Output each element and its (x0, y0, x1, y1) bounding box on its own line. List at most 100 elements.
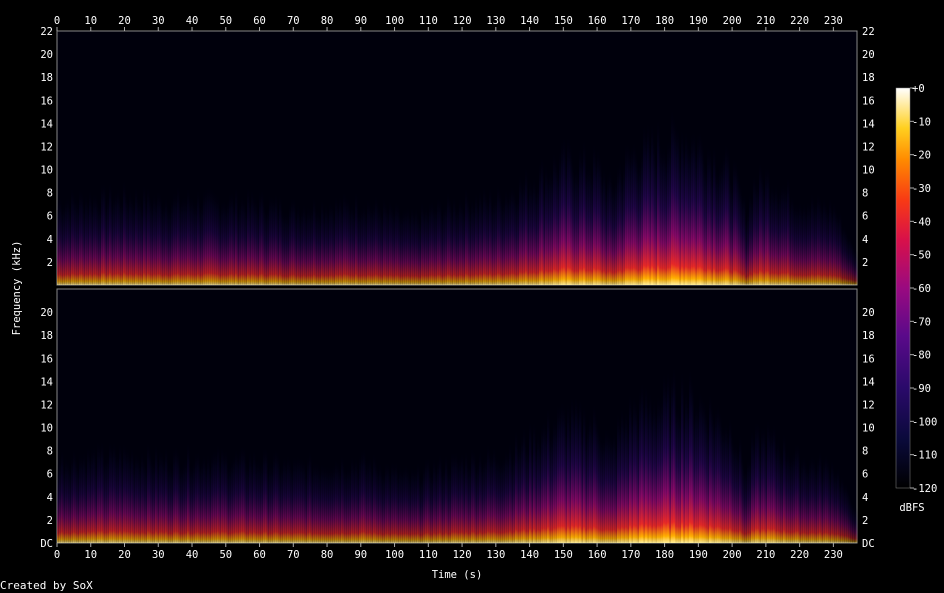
x-tick-label-bottom: 220 (790, 549, 809, 561)
colorbar-tick-label: -60 (912, 283, 931, 295)
x-tick-label-bottom: 30 (152, 549, 165, 561)
x-tick-label-bottom: 150 (554, 549, 573, 561)
x-tick-label-top: 20 (118, 15, 131, 27)
x-tick-label-bottom: 230 (824, 549, 843, 561)
y-tick-label-left: 20 (40, 307, 53, 319)
x-tick-label-top: 220 (790, 15, 809, 27)
y-tick-label-left: 8 (47, 446, 53, 458)
y-tick-label-left: 22 (40, 26, 53, 38)
y-tick-label-left: 2 (47, 257, 53, 269)
x-tick-label-bottom: 140 (520, 549, 539, 561)
x-tick-label-top: 110 (419, 15, 438, 27)
y-tick-label-left: 16 (40, 353, 53, 365)
colorbar-ticks: +0 -10 -20 -30 -40 -50 -60 -70 -80 -90 -100 -110 -12… (910, 83, 937, 495)
y-tick-label-right: 6 (862, 211, 868, 223)
y-tick-label-right: 2 (862, 515, 868, 527)
x-tick-label-bottom: 190 (689, 549, 708, 561)
y-tick-label-right: 4 (862, 492, 868, 504)
colorbar (895, 87, 911, 489)
y-tick-label-right: 16 (862, 353, 875, 365)
x-tick-label-top: 70 (287, 15, 300, 27)
spectrogram-column (855, 249, 858, 285)
x-tick-label-bottom: 60 (253, 549, 266, 561)
y-tick-label-right: 12 (862, 399, 875, 411)
y-tick-label-right: 2 (862, 257, 868, 269)
y-tick-label-left: 16 (40, 95, 53, 107)
spectrogram-column (855, 507, 858, 543)
colorbar-tick-label: -10 (912, 116, 931, 128)
y-tick-label-right: 4 (862, 234, 868, 246)
y-tick-label-right: 8 (862, 446, 868, 458)
y-tick-label-right: 22 (862, 26, 875, 38)
y-tick-label-left: 10 (40, 423, 53, 435)
x-tick-label-top: 160 (588, 15, 607, 27)
x-tick-label-bottom: 110 (419, 549, 438, 561)
x-tick-label-top: 100 (385, 15, 404, 27)
colorbar-tick-label: -90 (912, 383, 931, 395)
x-tick-label-bottom: 170 (621, 549, 640, 561)
x-tick-label-top: 30 (152, 15, 165, 27)
colorbar-tick-label: -110 (912, 450, 937, 462)
x-tick-label-top: 210 (756, 15, 775, 27)
spectrogram-chart: 0 0 10 10 20 20 30 30 40 40 50 50 60 60 70 70 80 80 90 90 10… (11, 15, 937, 581)
colorbar-tick-label: -40 (912, 216, 931, 228)
x-tick-label-top: 40 (186, 15, 199, 27)
x-tick-label-top: 90 (354, 15, 367, 27)
x-tick-label-top: 150 (554, 15, 573, 27)
x-tick-label-bottom: 0 (54, 549, 60, 561)
y-tick-label-left: DC (40, 538, 53, 550)
y-tick-label-left: 14 (40, 118, 53, 130)
colorbar-tick-label: -100 (912, 416, 937, 428)
y-tick-label-left: 20 (40, 49, 53, 61)
x-tick-label-top: 10 (84, 15, 97, 27)
x-axis-label: Time (s) (432, 569, 483, 581)
x-tick-label-bottom: 10 (84, 549, 97, 561)
y-tick-label-right: 20 (862, 307, 875, 319)
colorbar-tick-label: -30 (912, 183, 931, 195)
y-tick-label-left: 6 (47, 469, 53, 481)
x-tick-label-bottom: 70 (287, 549, 300, 561)
y-tick-label-right: 14 (862, 376, 875, 388)
x-tick-label-bottom: 80 (321, 549, 334, 561)
colorbar-label: dBFS (899, 502, 924, 514)
x-tick-label-bottom: 160 (588, 549, 607, 561)
y-tick-label-left: 12 (40, 141, 53, 153)
x-tick-label-bottom: 50 (219, 549, 232, 561)
y-tick-label-right: 16 (862, 95, 875, 107)
x-tick-label-bottom: 120 (453, 549, 472, 561)
colorbar-tick-label: -80 (912, 350, 931, 362)
y-tick-label-left: 8 (47, 188, 53, 200)
y-tick-label-right: 12 (862, 141, 875, 153)
x-tick-label-bottom: 40 (186, 549, 199, 561)
y-tick-label-right: DC (862, 538, 875, 550)
y-tick-label-left: 18 (40, 330, 53, 342)
y-tick-label-left: 12 (40, 399, 53, 411)
y-tick-label-right: 8 (862, 188, 868, 200)
y-axis-label: Frequency (kHz) (11, 241, 23, 336)
x-tick-label-top: 130 (486, 15, 505, 27)
colorbar-tick-label: +0 (912, 83, 925, 95)
y-tick-label-right: 14 (862, 118, 875, 130)
x-tick-label-top: 170 (621, 15, 640, 27)
x-tick-label-bottom: 130 (486, 549, 505, 561)
y-tick-label-right: 18 (862, 330, 875, 342)
x-tick-label-top: 80 (321, 15, 334, 27)
y-tick-label-right: 18 (862, 72, 875, 84)
colorbar-tick-label: -20 (912, 150, 931, 162)
y-tick-label-left: 6 (47, 211, 53, 223)
x-tick-label-bottom: 180 (655, 549, 674, 561)
x-tick-label-top: 0 (54, 15, 60, 27)
x-tick-label-bottom: 200 (723, 549, 742, 561)
y-tick-label-left: 4 (47, 492, 53, 504)
x-tick-label-top: 60 (253, 15, 266, 27)
x-tick-label-top: 50 (219, 15, 232, 27)
x-tick-label-top: 120 (453, 15, 472, 27)
colorbar-tick-label: -70 (912, 316, 931, 328)
x-tick-label-top: 140 (520, 15, 539, 27)
x-tick-label-top: 180 (655, 15, 674, 27)
y-tick-label-left: 18 (40, 72, 53, 84)
y-tick-label-left: 10 (40, 165, 53, 177)
x-tick-label-bottom: 100 (385, 549, 404, 561)
y-tick-label-right: 20 (862, 49, 875, 61)
x-tick-label-bottom: 210 (756, 549, 775, 561)
